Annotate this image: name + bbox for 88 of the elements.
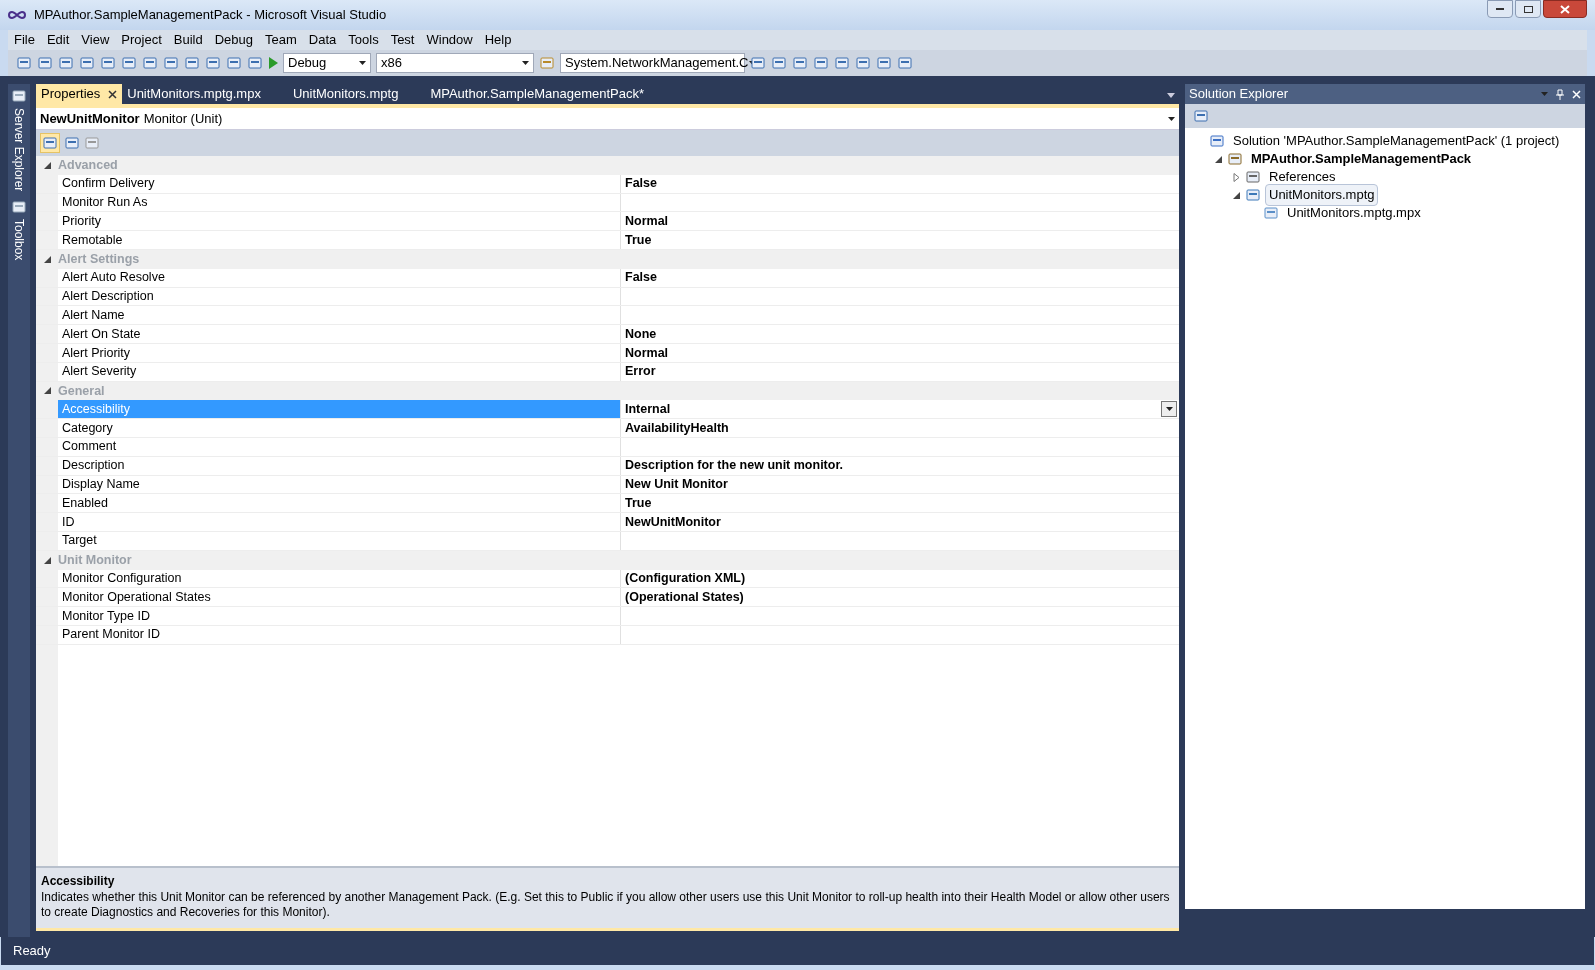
window-title: MPAuthor.SampleManagementPack - Microsoft Visual Studio	[34, 6, 388, 25]
property-name[interactable]: Description	[58, 456, 621, 475]
menu-item[interactable]: Project	[115, 30, 168, 50]
property-name[interactable]: Comment	[58, 437, 621, 456]
property-value: Error	[625, 363, 657, 381]
menu-item[interactable]: Help	[478, 30, 518, 50]
property-name[interactable]: Alert On State	[58, 325, 621, 343]
property-value: NewUnitMonitor	[625, 513, 722, 531]
property-name[interactable]: Parent Monitor ID	[58, 625, 621, 644]
category-label: Unit Monitor	[58, 551, 132, 569]
menu-item[interactable]: Tools	[342, 30, 385, 50]
document-tab[interactable]: UnitMonitors.mptg.mpx	[122, 84, 266, 104]
property-name[interactable]: Monitor Operational States	[58, 588, 621, 607]
expanded-arrow-icon[interactable]	[43, 255, 51, 263]
property-value: Normal	[625, 344, 670, 362]
tab-list-caret-icon[interactable]	[1167, 93, 1175, 98]
document-tab[interactable]: Properties	[36, 84, 123, 104]
side-tab[interactable]: Toolbox	[10, 219, 28, 261]
property-name[interactable]: Alert Severity	[58, 362, 621, 381]
menu-item[interactable]: File	[8, 30, 41, 50]
expanded-arrow-icon[interactable]	[43, 387, 51, 395]
tree-item[interactable]: UnitMonitors.mptg	[1265, 184, 1379, 206]
category-label: Alert Settings	[58, 251, 140, 268]
property-value: False	[625, 175, 658, 193]
category-label: General	[58, 382, 105, 400]
property-name[interactable]: Confirm Delivery	[58, 174, 621, 193]
side-tab[interactable]: Server Explorer	[10, 108, 28, 192]
dropdown-field[interactable]: x86	[376, 53, 534, 73]
menu-item[interactable]: Test	[384, 30, 421, 50]
property-value: True	[625, 494, 653, 512]
description-title: Accessibility	[41, 873, 116, 890]
dropdown-caret-icon	[522, 61, 529, 65]
property-name[interactable]: Category	[58, 419, 621, 437]
menu-item[interactable]: Team	[259, 30, 303, 50]
property-name[interactable]: Target	[58, 531, 621, 550]
property-name[interactable]: Priority	[58, 212, 621, 231]
menu-item[interactable]: Data	[302, 30, 343, 50]
expanded-arrow-icon[interactable]	[43, 161, 51, 169]
description-text: Indicates whether this Unit Monitor can be referenced by another Management Pack. (E.g. Set this to Public if you allow other users use this Unit Monitor to roll-up health into their Health Model or allow other users to create Diagnostics and Recoveries for this Monitor).	[41, 890, 1171, 920]
property-name[interactable]: Monitor Run As	[58, 193, 621, 212]
start-icon[interactable]	[268, 57, 278, 69]
collapsed-arrow-icon[interactable]	[1232, 172, 1240, 182]
expanded-arrow-icon[interactable]	[43, 556, 51, 564]
document-tab[interactable]: MPAuthor.SampleManagementPack*	[425, 84, 650, 104]
property-name[interactable]: Alert Description	[58, 287, 621, 306]
menu-item[interactable]: Window	[420, 30, 479, 50]
property-value: False	[625, 269, 658, 287]
property-value: Internal	[625, 400, 672, 418]
expanded-arrow-icon[interactable]	[1232, 191, 1240, 199]
menu-item[interactable]: Edit	[40, 30, 76, 50]
property-value: None	[625, 325, 658, 343]
panel-title: Solution Explorer	[1189, 85, 1289, 104]
property-name[interactable]: ID	[58, 513, 621, 531]
close-icon	[1560, 4, 1570, 14]
property-name[interactable]: Monitor Configuration	[58, 569, 621, 588]
value-dropdown-button[interactable]	[1161, 401, 1177, 418]
property-value: Description for the new unit monitor.	[625, 457, 845, 475]
category-label: Advanced	[58, 157, 118, 174]
property-name[interactable]: Enabled	[58, 494, 621, 513]
property-name[interactable]: Alert Priority	[58, 343, 621, 362]
dropdown-field[interactable]: Debug	[283, 53, 371, 73]
property-name[interactable]: Alert Auto Resolve	[58, 268, 621, 287]
property-name[interactable]: Monitor Type ID	[58, 607, 621, 625]
property-value: True	[625, 231, 653, 249]
menu-item[interactable]: Build	[167, 30, 209, 50]
menu-item[interactable]: Debug	[208, 30, 259, 50]
property-name[interactable]: Alert Name	[58, 306, 621, 325]
dropdown-caret-icon	[359, 61, 366, 65]
property-value: New Unit Monitor	[625, 476, 729, 494]
restore-button[interactable]	[1515, 0, 1541, 18]
close-icon[interactable]	[108, 89, 118, 99]
pin-icon[interactable]	[1556, 88, 1564, 100]
menu-item[interactable]: View	[75, 30, 116, 50]
expanded-arrow-icon[interactable]	[1214, 155, 1222, 163]
app-logo-icon	[8, 10, 26, 20]
document-tab[interactable]: UnitMonitors.mptg	[287, 84, 404, 104]
dropdown-caret-icon	[1168, 116, 1175, 121]
dropdown-caret-icon	[1165, 407, 1173, 412]
status-text: Ready	[13, 942, 51, 961]
property-value: (Operational States)	[625, 588, 745, 606]
property-value: AvailabilityHealth	[625, 419, 730, 437]
close-button[interactable]	[1543, 0, 1587, 18]
minimize-button[interactable]	[1487, 0, 1513, 18]
property-value: Normal	[625, 212, 670, 230]
property-value: (Configuration XML)	[625, 570, 747, 588]
property-name[interactable]: Display Name	[58, 475, 621, 494]
property-name[interactable]: Remotable	[58, 231, 621, 249]
panel-menu-caret-icon	[1541, 92, 1548, 96]
